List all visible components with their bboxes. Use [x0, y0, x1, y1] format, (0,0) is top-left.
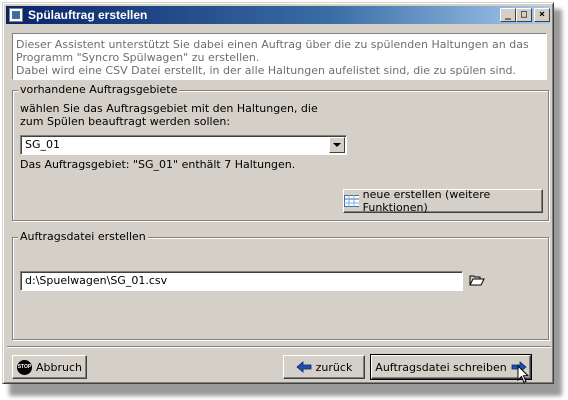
chevron-down-icon[interactable] [329, 137, 345, 153]
dialog-window: Spülauftrag erstellen _ □ × Dieser Assis… [2, 2, 554, 384]
file-path-input[interactable]: d:\Spuelwagen\SG_01.csv [20, 271, 463, 291]
footer-separator [7, 346, 551, 348]
close-button[interactable]: × [534, 8, 550, 22]
area-group-title: vorhandene Auftragsgebiete [18, 83, 180, 96]
back-button[interactable]: zurück [283, 355, 365, 379]
description-box: Dieser Assistent unterstützt Sie dabei e… [12, 33, 547, 80]
folder-open-icon[interactable] [469, 274, 485, 287]
new-area-button-label: neue erstellen (weitere Funktionen) [362, 188, 491, 214]
file-group-title: Auftragsdatei erstellen [18, 230, 148, 243]
area-instruction-line-1: wählen Sie das Auftragsgebiet mit den Ha… [20, 102, 318, 115]
write-file-button-label: Auftragsdatei schreiben [375, 360, 507, 374]
description-line-2: Dabei wird eine CSV Datei erstellt, in d… [16, 64, 517, 77]
arrow-left-icon [296, 361, 312, 373]
stop-sign-icon: STOP [16, 359, 32, 375]
window-title: Spülauftrag erstellen [28, 8, 148, 22]
write-file-button[interactable]: Auftragsdatei schreiben [370, 354, 532, 380]
area-instruction-line-2: zum Spülen beauftragt werden sollen: [20, 115, 231, 128]
cancel-button[interactable]: STOP Abbruch [12, 355, 87, 379]
app-icon [9, 8, 23, 22]
table-icon [344, 195, 359, 207]
description-line-1: Dieser Assistent unterstützt Sie dabei e… [16, 38, 529, 64]
area-select-value: SG_01 [25, 138, 61, 151]
title-bar[interactable]: Spülauftrag erstellen _ □ × [6, 6, 550, 24]
maximize-button[interactable]: □ [516, 8, 532, 22]
cancel-button-label: Abbruch [35, 360, 82, 374]
new-area-button[interactable]: neue erstellen (weitere Funktionen) [343, 188, 543, 214]
area-select[interactable]: SG_01 [20, 135, 347, 155]
back-button-label: zurück [315, 360, 353, 374]
minimize-button[interactable]: _ [500, 8, 516, 22]
mouse-cursor-icon [517, 365, 530, 384]
area-info-text: Das Auftragsgebiet: "SG_01" enthält 7 Ha… [20, 158, 296, 171]
